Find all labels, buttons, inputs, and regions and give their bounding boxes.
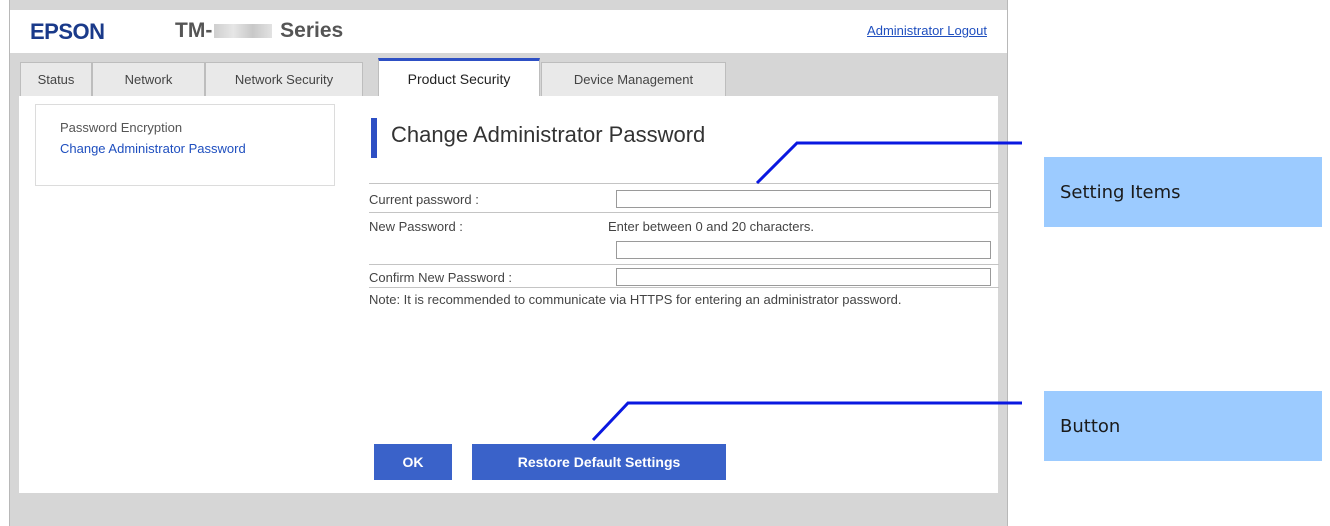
button-callout: Button (1044, 391, 1322, 461)
button-leader-line (591, 401, 1022, 442)
screenshot-root: EPSON TM- Series Administrator Logout St… (0, 0, 1330, 526)
setting-items-callout: Setting Items (1044, 157, 1322, 227)
setting-items-leader-line (755, 141, 1022, 185)
